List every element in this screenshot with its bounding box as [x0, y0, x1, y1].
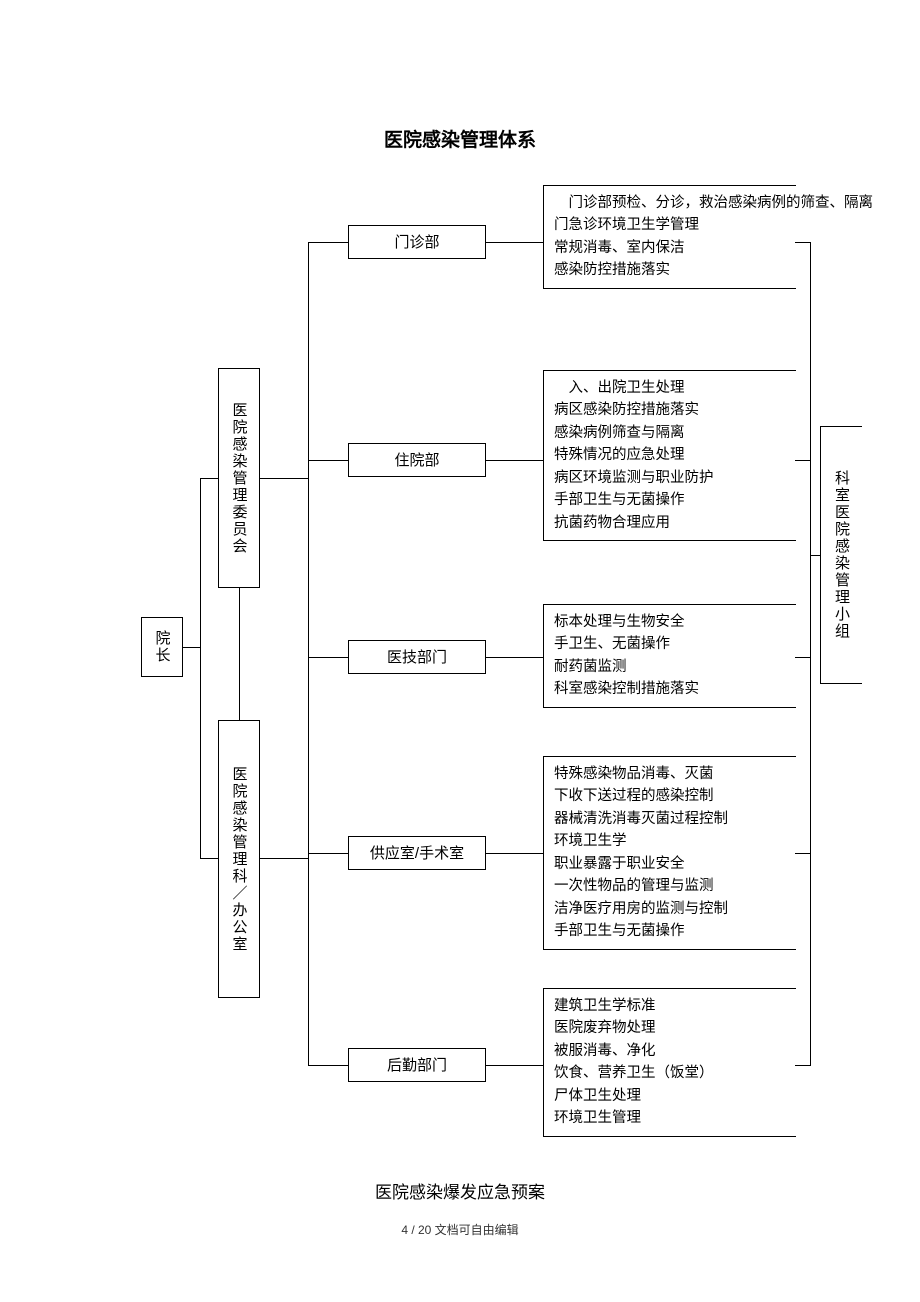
connector: [795, 853, 810, 854]
detail-line: 下收下送过程的感染控制: [554, 785, 788, 807]
connector: [308, 242, 309, 1065]
connector: [308, 853, 348, 854]
page-footer: 4 / 20 文档可自由编辑: [0, 1221, 920, 1238]
detail-line: 特殊感染物品消毒、灭菌: [554, 763, 788, 785]
dept-outpatient: 门诊部: [348, 225, 486, 259]
detail-logistics: 建筑卫生学标准 医院废弃物处理 被服消毒、净化 饮食、营养卫生（饭堂） 尸体卫生…: [543, 988, 796, 1137]
connector: [486, 1065, 543, 1066]
detail-line: 器械清洗消毒灭菌过程控制: [554, 808, 788, 830]
dept-inpatient: 住院部: [348, 443, 486, 477]
detail-line: 入、出院卫生处理: [554, 377, 788, 399]
detail-line: 感染防控措施落实: [554, 259, 788, 281]
node-dept-group-label: 科室医院感染管理小组: [831, 470, 852, 640]
detail-line: 被服消毒、净化: [554, 1040, 788, 1062]
connector: [260, 478, 308, 479]
connector: [308, 242, 348, 243]
connector: [810, 242, 811, 1066]
detail-inpatient: 入、出院卫生处理 病区感染防控措施落实 感染病例筛查与隔离 特殊情况的应急处理 …: [543, 370, 796, 541]
connector: [308, 460, 348, 461]
detail-line: 医院废弃物处理: [554, 1017, 788, 1039]
detail-line: 科室感染控制措施落实: [554, 678, 788, 700]
connector: [795, 657, 810, 658]
connector: [795, 242, 810, 243]
detail-line: 标本处理与生物安全: [554, 611, 788, 633]
dept-medtech-label: 医技部门: [387, 647, 447, 668]
node-office-label: 医院感染管理科／办公室: [229, 766, 250, 953]
page-title: 医院感染管理体系: [0, 125, 920, 152]
connector: [486, 242, 543, 243]
detail-line: 手卫生、无菌操作: [554, 633, 788, 655]
connector: [308, 657, 348, 658]
detail-line: 洁净医疗用房的监测与控制: [554, 898, 788, 920]
detail-line: 特殊情况的应急处理: [554, 444, 788, 466]
detail-line: 建筑卫生学标准: [554, 995, 788, 1017]
node-committee: 医院感染管理委员会: [218, 368, 260, 588]
node-office: 医院感染管理科／办公室: [218, 720, 260, 998]
connector: [200, 858, 218, 859]
node-dean: 院长: [141, 617, 183, 677]
dept-supply: 供应室/手术室: [348, 836, 486, 870]
dept-inpatient-label: 住院部: [394, 450, 439, 471]
connector: [308, 1065, 348, 1066]
detail-line: 饮食、营养卫生（饭堂）: [554, 1062, 788, 1084]
detail-line: 常规消毒、室内保洁: [554, 237, 788, 259]
connector: [795, 1065, 810, 1066]
dept-medtech: 医技部门: [348, 640, 486, 674]
detail-line: 抗菌药物合理应用: [554, 512, 788, 534]
detail-medtech: 标本处理与生物安全 手卫生、无菌操作 耐药菌监测 科室感染控制措施落实: [543, 604, 796, 708]
connector: [795, 460, 810, 461]
detail-line: 一次性物品的管理与监测: [554, 875, 788, 897]
detail-line: 手部卫生与无菌操作: [554, 920, 788, 942]
connector: [200, 478, 201, 858]
detail-line: 门诊部预检、分诊，救治感染病例的筛查、隔离: [554, 192, 788, 214]
connector: [486, 657, 543, 658]
connector: [810, 555, 820, 556]
dept-logistics-label: 后勤部门: [387, 1055, 447, 1076]
dept-supply-label: 供应室/手术室: [370, 843, 464, 864]
connector: [260, 858, 308, 859]
detail-supply: 特殊感染物品消毒、灭菌 下收下送过程的感染控制 器械清洗消毒灭菌过程控制 环境卫…: [543, 756, 796, 950]
dept-logistics: 后勤部门: [348, 1048, 486, 1082]
detail-outpatient: 门诊部预检、分诊，救治感染病例的筛查、隔离 门急诊环境卫生学管理 常规消毒、室内…: [543, 185, 796, 289]
connector: [183, 647, 200, 648]
connector: [486, 853, 543, 854]
node-committee-label: 医院感染管理委员会: [229, 402, 250, 555]
detail-line: 职业暴露于职业安全: [554, 853, 788, 875]
detail-line: 病区环境监测与职业防护: [554, 467, 788, 489]
detail-line: 环境卫生管理: [554, 1107, 788, 1129]
dept-outpatient-label: 门诊部: [394, 232, 439, 253]
detail-line: 门急诊环境卫生学管理: [554, 214, 788, 236]
node-dept-group: 科室医院感染管理小组: [820, 426, 862, 684]
node-dean-label: 院长: [152, 630, 173, 664]
detail-line: 病区感染防控措施落实: [554, 399, 788, 421]
detail-line: 耐药菌监测: [554, 656, 788, 678]
connector: [200, 478, 218, 479]
connector: [239, 588, 240, 720]
detail-line: 感染病例筛查与隔离: [554, 422, 788, 444]
page-subtitle: 医院感染爆发应急预案: [0, 1178, 920, 1203]
detail-line: 环境卫生学: [554, 830, 788, 852]
detail-line: 手部卫生与无菌操作: [554, 489, 788, 511]
detail-line: 尸体卫生处理: [554, 1085, 788, 1107]
connector: [486, 460, 543, 461]
